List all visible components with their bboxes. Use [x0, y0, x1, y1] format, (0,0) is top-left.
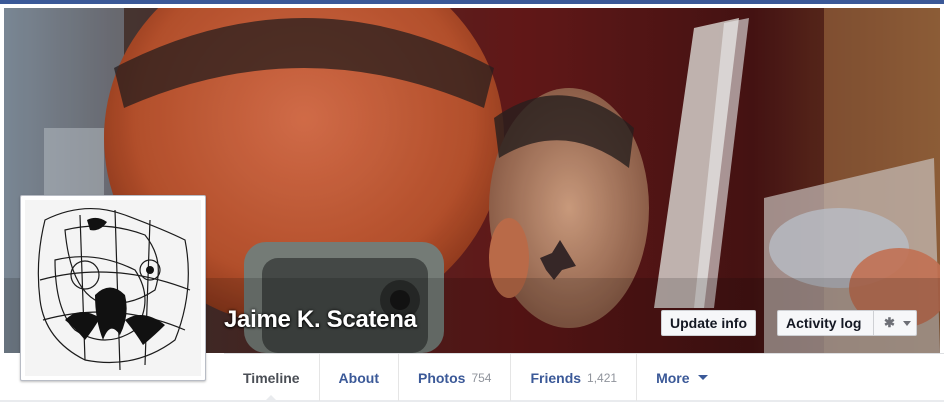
profile-picture-drawing	[25, 200, 201, 376]
caret-down-icon	[902, 321, 911, 327]
tab-about[interactable]: About	[320, 354, 399, 401]
tab-photos[interactable]: Photos 754	[399, 354, 512, 401]
gear-icon: ✱	[883, 315, 895, 330]
profile-tabs: Timeline About Photos 754 Friends 1,421 …	[224, 353, 944, 402]
tab-label: Photos	[417, 369, 466, 386]
chevron-down-icon	[697, 375, 708, 380]
tab-label: Friends	[530, 369, 582, 386]
activity-log-button[interactable]: Activity log ✱	[777, 310, 918, 336]
profile-name[interactable]: Jaime K. Scatena	[224, 306, 417, 334]
profile-header: Jaime K. Scatena Update info Activity lo…	[0, 4, 944, 402]
profile-picture[interactable]	[20, 195, 206, 381]
tab-label: About	[338, 369, 379, 386]
tab-label: More	[656, 369, 690, 386]
update-info-button[interactable]: Update info	[661, 310, 756, 336]
tab-label: Timeline	[243, 369, 300, 386]
photos-count: 754	[471, 370, 492, 385]
tab-timeline[interactable]: Timeline	[224, 354, 320, 402]
activity-log-label: Activity log	[786, 315, 862, 331]
friends-count: 1,421	[587, 370, 618, 385]
tab-friends[interactable]: Friends 1,421	[511, 354, 638, 401]
tab-more[interactable]: More	[637, 354, 726, 401]
settings-dropdown[interactable]: ✱	[878, 311, 916, 335]
update-info-label: Update info	[670, 315, 747, 331]
button-divider	[873, 311, 875, 335]
